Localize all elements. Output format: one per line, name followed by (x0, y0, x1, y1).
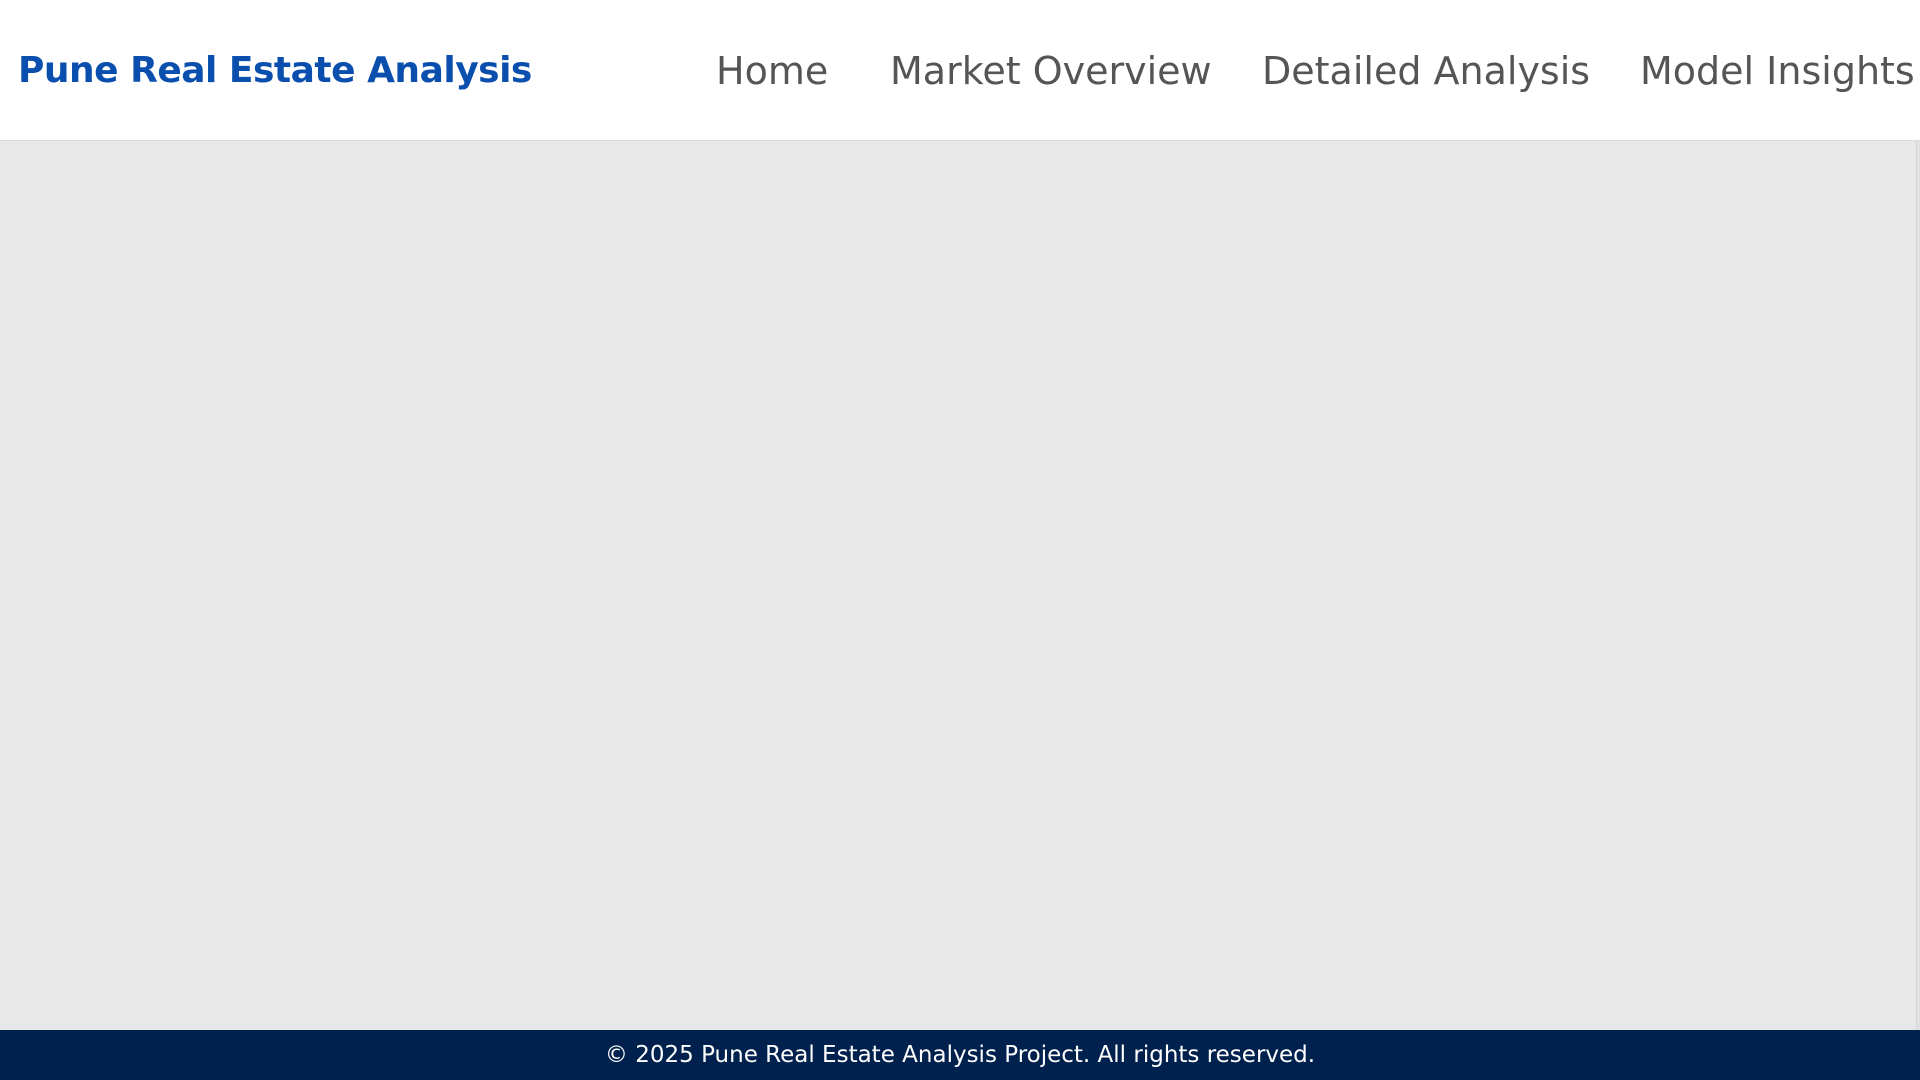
nav-link-detailed-analysis[interactable]: Detailed Analysis (1262, 0, 1590, 141)
nav-link-model-insights[interactable]: Model Insights (1640, 0, 1915, 141)
nav-link-market-overview[interactable]: Market Overview (890, 0, 1212, 141)
footer-copyright: © 2025 Pune Real Estate Analysis Project… (604, 1042, 1316, 1068)
main-nav: Home Market Overview Detailed Analysis M… (0, 0, 1920, 141)
scrollbar-track[interactable] (1916, 141, 1920, 1030)
nav-link-home[interactable]: Home (716, 0, 828, 141)
site-footer: © 2025 Pune Real Estate Analysis Project… (0, 1030, 1920, 1080)
main-content-area (0, 141, 1920, 1030)
site-header: Pune Real Estate Analysis Home Market Ov… (0, 0, 1920, 141)
